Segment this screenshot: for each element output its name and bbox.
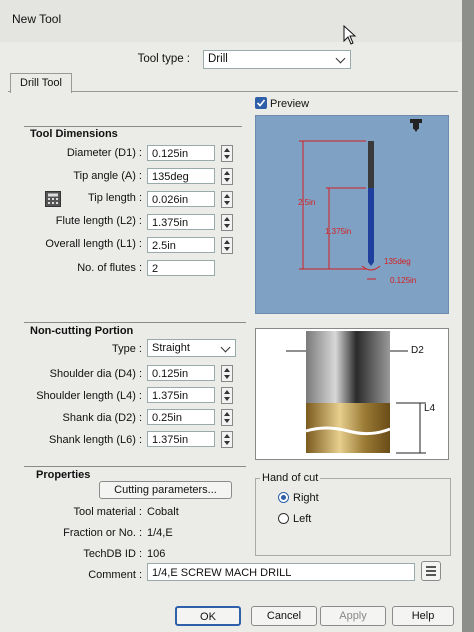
comment-menu-button[interactable] [421, 561, 441, 581]
type-value: Straight [152, 342, 190, 354]
drill-preview-drawing [299, 119, 422, 280]
shank-dia-label: Shank dia (D2) : [62, 412, 142, 424]
title-bar[interactable] [0, 0, 462, 42]
right-radio[interactable] [278, 492, 289, 503]
ok-button[interactable]: OK [175, 606, 241, 626]
tool-material-value: Cobalt [147, 506, 179, 518]
d2-label: D2 [411, 345, 424, 356]
properties-title: Properties [36, 469, 91, 481]
tool-type-label: Tool type : [137, 53, 190, 65]
section-divider [24, 126, 242, 127]
overall-length-spinner[interactable] [221, 237, 233, 254]
diameter-label: Diameter (D1) : [66, 147, 142, 159]
comment-label: Comment : [88, 569, 142, 581]
techdb-label: TechDB ID : [83, 548, 142, 560]
preview-label: Preview [270, 98, 310, 110]
menu-icon [426, 566, 436, 576]
tip-length-field[interactable]: 0.026in [147, 191, 215, 207]
mouse-cursor-icon [343, 25, 357, 45]
fraction-label: Fraction or No. : [63, 527, 142, 539]
l4-label: L4 [424, 403, 436, 414]
section-divider [24, 322, 246, 323]
chevron-down-icon [335, 53, 346, 64]
section-divider [24, 466, 246, 467]
flute-length-annotation: 1.375in [325, 227, 352, 236]
shoulder-dia-field[interactable]: 0.125in [147, 365, 215, 381]
shoulder-length-field[interactable]: 1.375in [147, 387, 215, 403]
flute-length-spinner[interactable] [221, 214, 233, 231]
window-title: New Tool [12, 12, 62, 26]
preview-checkbox[interactable] [255, 97, 267, 109]
comment-field[interactable]: 1/4,E SCREW MACH DRILL [147, 563, 415, 581]
shoulder-length-spinner[interactable] [221, 387, 233, 404]
overall-length-field[interactable]: 2.5in [147, 237, 215, 253]
background-window-strip [462, 0, 474, 632]
shank-dia-field[interactable]: 0.25in [147, 409, 215, 425]
shank-dia-spinner[interactable] [221, 409, 233, 426]
diameter-spinner[interactable] [221, 145, 233, 162]
overall-length-label: Overall length (L1) : [45, 238, 142, 250]
right-radio-label: Right [293, 492, 319, 504]
tip-angle-label: Tip angle (A) : [73, 170, 142, 182]
shank-length-label: Shank length (L6) : [49, 434, 142, 446]
check-icon [256, 99, 266, 107]
tab-drill-tool[interactable]: Drill Tool [10, 73, 72, 93]
shank-length-spinner[interactable] [221, 431, 233, 448]
diameter-field[interactable]: 0.125in [147, 145, 215, 161]
spindle-icon [410, 119, 422, 132]
tool-type-value: Drill [208, 53, 228, 65]
non-cutting-title: Non-cutting Portion [30, 325, 134, 337]
type-select[interactable]: Straight [147, 339, 236, 357]
hand-of-cut-title: Hand of cut [260, 472, 321, 484]
diameter-annotation: 0.125in [390, 276, 417, 285]
tip-angle-annotation: 135deg [384, 257, 411, 266]
flute-length-field[interactable]: 1.375in [147, 214, 215, 230]
left-radio[interactable] [278, 513, 289, 524]
type-label: Type : [112, 343, 142, 355]
left-radio-label: Left [293, 513, 312, 525]
tool-preview-panel [255, 115, 449, 314]
tab-divider [8, 91, 458, 92]
tip-angle-field[interactable]: 135deg [147, 168, 215, 184]
tip-length-label: Tip length : [87, 192, 142, 204]
flute-length-label: Flute length (L2) : [55, 215, 142, 227]
calculator-icon[interactable] [45, 191, 61, 207]
shoulder-dia-spinner[interactable] [221, 365, 233, 382]
shoulder-dia-label: Shoulder dia (D4) : [49, 368, 142, 380]
apply-button[interactable]: Apply [320, 606, 386, 626]
tip-length-spinner[interactable] [221, 191, 233, 208]
fraction-value: 1/4,E [147, 527, 173, 539]
cancel-button[interactable]: Cancel [251, 606, 317, 626]
tip-angle-spinner[interactable] [221, 168, 233, 185]
flutes-field[interactable]: 2 [147, 260, 215, 276]
flutes-label: No. of flutes : [77, 262, 142, 274]
tool-dimensions-title: Tool Dimensions [30, 128, 118, 140]
tool-type-select[interactable]: Drill [203, 50, 351, 69]
chevron-down-icon [220, 342, 231, 353]
techdb-value: 106 [147, 548, 166, 560]
help-button[interactable]: Help [392, 606, 454, 626]
shoulder-length-label: Shoulder length (L4) : [36, 390, 142, 402]
tool-material-label: Tool material : [73, 506, 142, 518]
shank-length-field[interactable]: 1.375in [147, 431, 215, 447]
overall-length-annotation: 2.5in [298, 198, 316, 207]
cutting-parameters-button[interactable]: Cutting parameters... [99, 481, 232, 499]
